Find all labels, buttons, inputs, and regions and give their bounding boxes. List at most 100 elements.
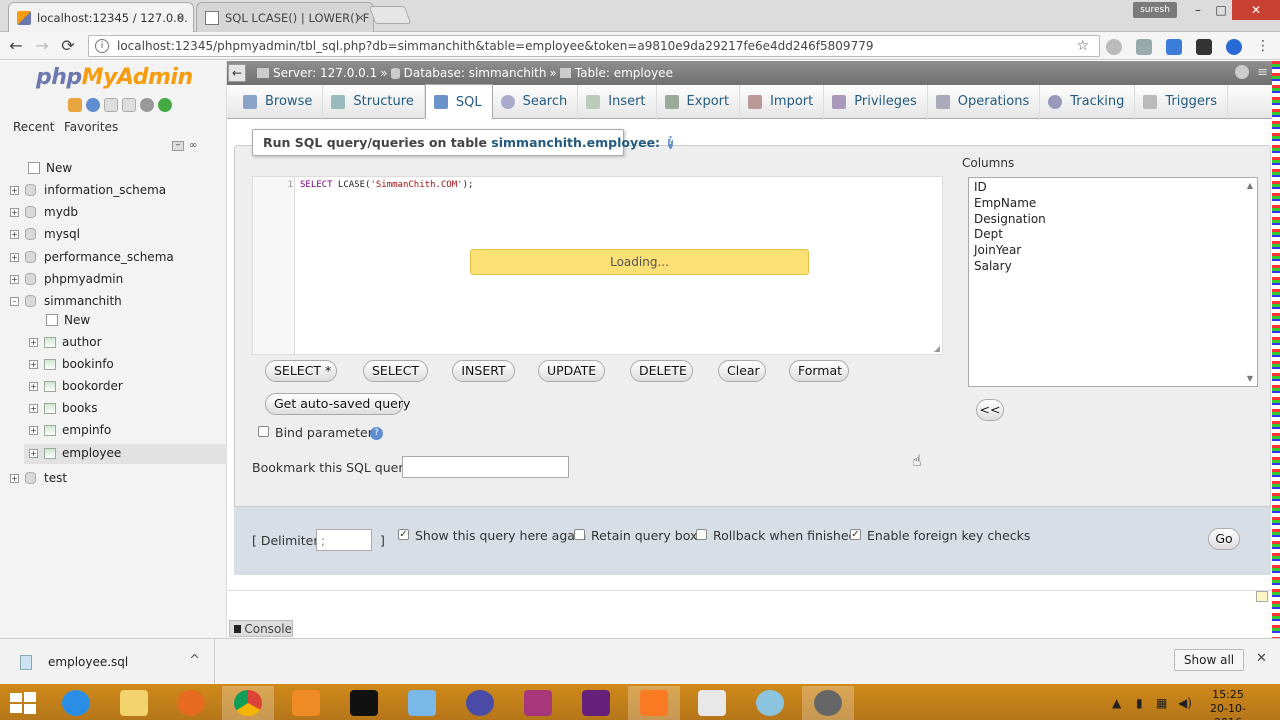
column-option[interactable]: Dept (974, 227, 1003, 241)
collapse-all-icon[interactable]: – (172, 141, 184, 151)
info-icon[interactable]: i (95, 39, 109, 53)
tree-item-empinfo[interactable]: + empinfo (29, 423, 111, 437)
docs-icon[interactable] (104, 98, 118, 112)
extension-icon[interactable] (1196, 39, 1212, 55)
tree-item-phpmyadmin[interactable]: + phpmyadmin (10, 272, 123, 286)
tree-item-author[interactable]: + author (29, 335, 102, 349)
collapse-panel-button[interactable]: ← (228, 64, 246, 82)
bookmark-star-icon[interactable]: ☆ (1076, 38, 1089, 54)
help-icon[interactable] (86, 98, 100, 112)
format-button[interactable]: Format (789, 360, 849, 382)
go-button[interactable]: Go (1208, 528, 1240, 550)
resize-handle-icon[interactable]: ◢ (934, 344, 940, 353)
column-option[interactable]: JoinYear (974, 243, 1021, 257)
forward-button[interactable]: → (32, 36, 52, 56)
insert-column-button[interactable]: << (976, 399, 1004, 421)
extension-icon[interactable] (1226, 39, 1242, 55)
address-bar[interactable]: i localhost:12345/phpmyadmin/tbl_sql.php… (88, 35, 1100, 57)
taskbar-visual-studio[interactable] (570, 686, 622, 720)
close-tab-icon[interactable]: × (356, 11, 365, 24)
retain-query-box-checkbox[interactable] (574, 529, 585, 540)
tab-import[interactable]: Import (740, 84, 825, 119)
bind-parameters-checkbox[interactable] (258, 426, 269, 437)
back-button[interactable]: ← (6, 36, 26, 56)
bookmark-input[interactable] (402, 456, 569, 478)
tab-structure[interactable]: Structure (323, 84, 425, 119)
taskbar-app[interactable] (454, 686, 506, 720)
breadcrumb-database[interactable]: Database: simmanchith (404, 66, 547, 80)
home-icon[interactable] (68, 98, 82, 112)
browser-tab-sql-lcase[interactable]: SQL LCASE() | LOWER() F × (196, 2, 374, 32)
sql-code[interactable]: SELECT LCASE('SimmanChith.COM'); (300, 180, 473, 190)
scroll-up-icon[interactable]: ▲ (1247, 181, 1253, 190)
column-option[interactable]: Designation (974, 212, 1046, 226)
tab-export[interactable]: Export (657, 84, 741, 119)
select-star-button[interactable]: SELECT * (265, 360, 337, 382)
close-tab-icon[interactable]: × (176, 11, 185, 24)
show-all-button[interactable]: Show all (1174, 649, 1244, 671)
help-icon[interactable]: ? (370, 427, 383, 440)
clear-button[interactable]: Clear (718, 360, 766, 382)
tree-item-bookorder[interactable]: + bookorder (29, 379, 123, 393)
foreign-key-checks-checkbox[interactable]: ✓ (850, 529, 861, 540)
network-icon[interactable]: ▦ (1156, 696, 1167, 710)
tree-item-performance_schema[interactable]: + performance_schema (10, 250, 174, 264)
taskbar-internet-explorer[interactable] (50, 686, 102, 720)
tab-tracking[interactable]: Tracking (1040, 84, 1136, 119)
tab-privileges[interactable]: Privileges (824, 84, 928, 119)
chevron-up-icon[interactable]: ^ (189, 653, 200, 668)
taskbar-command-prompt[interactable] (338, 686, 390, 720)
recent-tab[interactable]: Recent (10, 120, 57, 134)
taskbar-file-explorer[interactable] (108, 686, 160, 720)
refresh-icon[interactable] (158, 98, 172, 112)
delete-button[interactable]: DELETE (630, 360, 693, 382)
windows-start-icon[interactable] (10, 692, 36, 714)
tree-item-mysql[interactable]: + mysql (10, 227, 80, 241)
taskbar-app[interactable] (512, 686, 564, 720)
taskbar-xampp[interactable] (628, 686, 680, 720)
tree-item-test[interactable]: + test (10, 471, 67, 485)
close-window-button[interactable]: ✕ (1232, 0, 1280, 20)
tree-item-books[interactable]: + books (29, 401, 98, 415)
profile-badge[interactable]: suresh (1133, 2, 1177, 18)
new-tab-button[interactable] (368, 6, 412, 24)
menu-icon[interactable]: ≡ (1257, 65, 1268, 80)
taskbar-paint[interactable] (744, 686, 796, 720)
download-item[interactable]: employee.sql ^ (0, 639, 215, 685)
phpmyadmin-logo[interactable]: phpMyAdmin (36, 65, 193, 90)
battery-icon[interactable]: ▮ (1136, 696, 1143, 710)
extension-icon[interactable] (1166, 39, 1182, 55)
column-option[interactable]: Salary (974, 259, 1012, 273)
delimiter-input[interactable]: ; (316, 529, 372, 551)
tree-item-new[interactable]: New (28, 161, 72, 175)
docs-icon[interactable] (122, 98, 136, 112)
tab-triggers[interactable]: Triggers (1135, 84, 1228, 119)
volume-icon[interactable]: ◀) (1178, 696, 1192, 710)
tab-insert[interactable]: Insert (578, 84, 657, 119)
rollback-checkbox[interactable] (696, 529, 707, 540)
tree-item-information_schema[interactable]: + information_schema (10, 183, 166, 197)
taskbar-recorder[interactable] (802, 686, 854, 720)
breadcrumb-server[interactable]: Server: 127.0.0.1 (273, 66, 377, 80)
system-clock[interactable]: 15:25 20-10-2016 (1198, 688, 1258, 720)
tab-search[interactable]: Search (493, 84, 579, 119)
taskbar-app[interactable] (686, 686, 738, 720)
update-button[interactable]: UPDATE (538, 360, 605, 382)
scroll-down-icon[interactable]: ▼ (1247, 374, 1253, 383)
tree-item-employee[interactable]: + employee (29, 446, 121, 460)
tree-item-simmanchith[interactable]: – simmanchith (10, 294, 122, 308)
show-query-checkbox[interactable]: ✓ (398, 529, 409, 540)
menu-icon[interactable]: ⋮ (1256, 39, 1270, 55)
console-toggle[interactable]: Console (229, 620, 293, 637)
taskbar-notepad[interactable] (396, 686, 448, 720)
taskbar-media-player[interactable] (280, 686, 332, 720)
tab-operations[interactable]: Operations (928, 84, 1041, 119)
browser-tab-phpmyadmin[interactable]: localhost:12345 / 127.0.0. × (8, 2, 194, 32)
select-button[interactable]: SELECT (363, 360, 428, 382)
gear-icon[interactable] (1235, 65, 1249, 79)
reload-button[interactable]: ⟳ (58, 36, 78, 56)
columns-listbox[interactable]: ID EmpName Designation Dept JoinYear Sal… (968, 177, 1258, 387)
column-option[interactable]: EmpName (974, 196, 1036, 210)
tray-expand-icon[interactable]: ▲ (1112, 696, 1121, 710)
get-auto-saved-query-button[interactable]: Get auto-saved query (265, 393, 410, 415)
